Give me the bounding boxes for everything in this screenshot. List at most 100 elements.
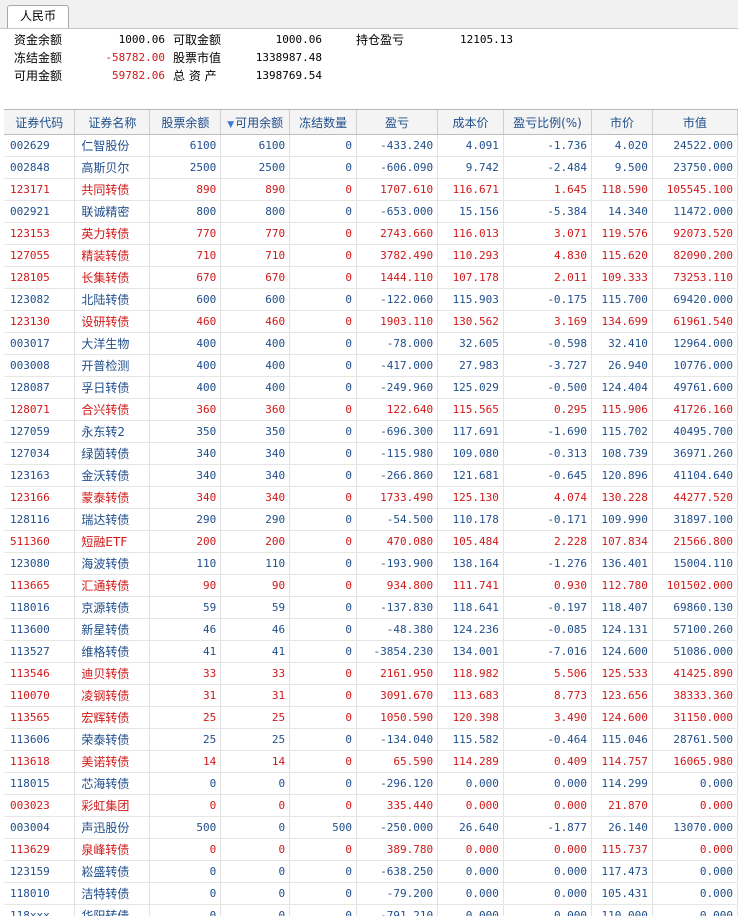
table-row[interactable]: 003004声迅股份5000500-250.00026.640-1.87726.… xyxy=(4,817,738,839)
table-row[interactable]: 123171共同转债89089001707.610116.6711.645118… xyxy=(4,179,738,201)
table-row[interactable]: 128071合兴转债3603600122.640115.5650.295115.… xyxy=(4,399,738,421)
table-row[interactable]: 127055精装转债71071003782.490110.2934.830115… xyxy=(4,245,738,267)
cell-cost: 15.156 xyxy=(438,201,504,223)
cell-pnl: -638.250 xyxy=(357,861,438,883)
table-row[interactable]: 123163金沃转债3403400-266.860121.681-0.64512… xyxy=(4,465,738,487)
table-row[interactable]: 128087孚日转债4004000-249.960125.029-0.50012… xyxy=(4,377,738,399)
cell-pnl-ratio: 2.228 xyxy=(503,531,591,553)
col-header-available[interactable]: ▼可用余额 xyxy=(221,110,290,135)
col-header-name[interactable]: 证券名称 xyxy=(75,110,150,135)
cell-pnl-ratio: -1.690 xyxy=(503,421,591,443)
positions-grid[interactable]: 证券代码 证券名称 股票余额 ▼可用余额 冻结数量 盈亏 成本价 盈亏比例(%)… xyxy=(4,109,738,916)
table-row[interactable]: 123153英力转债77077002743.660116.0133.071119… xyxy=(4,223,738,245)
cell-available: 800 xyxy=(221,201,290,223)
col-header-balance[interactable]: 股票余额 xyxy=(150,110,221,135)
cell-cost: 0.000 xyxy=(438,839,504,861)
cell-code: 123171 xyxy=(4,179,75,201)
cell-name: 英力转债 xyxy=(75,223,150,245)
col-header-pnl[interactable]: 盈亏 xyxy=(357,110,438,135)
cell-pnl: -606.090 xyxy=(357,157,438,179)
cell-pnl: 1733.490 xyxy=(357,487,438,509)
table-row[interactable]: 118015芯海转债000-296.1200.0000.000114.2990.… xyxy=(4,773,738,795)
cell-code: 113527 xyxy=(4,641,75,663)
cell-name: 荣泰转债 xyxy=(75,729,150,751)
cell-name: 联诚精密 xyxy=(75,201,150,223)
table-row[interactable]: 110070凌钢转债313103091.670113.6838.773123.6… xyxy=(4,685,738,707)
cell-name: 维格转债 xyxy=(75,641,150,663)
cell-name: 海波转债 xyxy=(75,553,150,575)
table-row[interactable]: 511360短融ETF2002000470.080105.4842.228107… xyxy=(4,531,738,553)
table-row[interactable]: 113665汇通转债90900934.800111.7410.930112.78… xyxy=(4,575,738,597)
table-row[interactable]: 113606荣泰转债25250-134.040115.582-0.464115.… xyxy=(4,729,738,751)
table-row[interactable]: 003017大洋生物4004000-78.00032.605-0.59832.4… xyxy=(4,333,738,355)
table-row[interactable]: 127034绿茵转债3403400-115.980109.080-0.31310… xyxy=(4,443,738,465)
table-row[interactable]: 113629泉峰转债000389.7800.0000.000115.7370.0… xyxy=(4,839,738,861)
cell-market-value: 49761.600 xyxy=(652,377,737,399)
cell-frozen: 0 xyxy=(290,641,357,663)
cell-pnl-ratio: 0.000 xyxy=(503,861,591,883)
cell-code: 127055 xyxy=(4,245,75,267)
table-row[interactable]: 128116瑞达转债2902900-54.500110.178-0.171109… xyxy=(4,509,738,531)
cell-name: 京源转债 xyxy=(75,597,150,619)
cell-price: 26.940 xyxy=(592,355,653,377)
cell-pnl-ratio: -1.736 xyxy=(503,135,591,157)
table-row[interactable]: 113618美诺转债1414065.590114.2890.409114.757… xyxy=(4,751,738,773)
table-row[interactable]: 002921联诚精密8008000-653.00015.156-5.38414.… xyxy=(4,201,738,223)
sort-desc-icon: ▼ xyxy=(227,120,234,130)
cell-balance: 59 xyxy=(150,597,221,619)
table-row[interactable]: 118010洁特转债000-79.2000.0000.000105.4310.0… xyxy=(4,883,738,905)
cell-available: 0 xyxy=(221,883,290,905)
table-row[interactable]: 123166蒙泰转债34034001733.490125.1304.074130… xyxy=(4,487,738,509)
cell-frozen: 0 xyxy=(290,509,357,531)
cell-pnl: 3091.670 xyxy=(357,685,438,707)
cell-cost: 32.605 xyxy=(438,333,504,355)
keyong-value: 59782.06 xyxy=(95,67,165,85)
tab-rmb[interactable]: 人民币 xyxy=(7,5,69,28)
cell-cost: 117.691 xyxy=(438,421,504,443)
table-row[interactable]: 123159崧盛转债000-638.2500.0000.000117.4730.… xyxy=(4,861,738,883)
cell-code: 127059 xyxy=(4,421,75,443)
cell-market-value: 0.000 xyxy=(652,795,737,817)
col-header-cost[interactable]: 成本价 xyxy=(438,110,504,135)
table-row[interactable]: 002629仁智股份610061000-433.2404.091-1.7364.… xyxy=(4,135,738,157)
cell-frozen: 0 xyxy=(290,663,357,685)
cell-market-value: 101502.000 xyxy=(652,575,737,597)
cell-name: 共同转债 xyxy=(75,179,150,201)
cell-market-value: 0.000 xyxy=(652,839,737,861)
cell-code: 127034 xyxy=(4,443,75,465)
cell-balance: 670 xyxy=(150,267,221,289)
table-row[interactable]: 118xxx华阳转债000-791.2100.0000.000110.0000.… xyxy=(4,905,738,916)
header-row: 证券代码 证券名称 股票余额 ▼可用余额 冻结数量 盈亏 成本价 盈亏比例(%)… xyxy=(4,110,738,135)
col-header-frozen[interactable]: 冻结数量 xyxy=(290,110,357,135)
table-row[interactable]: 118016京源转债59590-137.830118.641-0.197118.… xyxy=(4,597,738,619)
cell-pnl-ratio: 0.000 xyxy=(503,839,591,861)
table-row[interactable]: 113565宏辉转债252501050.590120.3983.490124.6… xyxy=(4,707,738,729)
col-header-market-value[interactable]: 市值 xyxy=(652,110,737,135)
table-row[interactable]: 113546迪贝转债333302161.950118.9825.506125.5… xyxy=(4,663,738,685)
cell-price: 125.533 xyxy=(592,663,653,685)
col-header-price[interactable]: 市价 xyxy=(592,110,653,135)
cell-code: 128105 xyxy=(4,267,75,289)
cell-pnl-ratio: 0.000 xyxy=(503,905,591,916)
cell-pnl: -791.210 xyxy=(357,905,438,916)
table-row[interactable]: 127059永东转23503500-696.300117.691-1.69011… xyxy=(4,421,738,443)
table-row[interactable]: 002848高斯贝尔250025000-606.0909.742-2.4849.… xyxy=(4,157,738,179)
cell-balance: 0 xyxy=(150,795,221,817)
table-row[interactable]: 003023彩虹集团000335.4400.0000.00021.8700.00… xyxy=(4,795,738,817)
table-row[interactable]: 123080海波转债1101100-193.900138.164-1.27613… xyxy=(4,553,738,575)
col-header-pnl-ratio[interactable]: 盈亏比例(%) xyxy=(503,110,591,135)
table-row[interactable]: 003008开普检测4004000-417.00027.983-3.72726.… xyxy=(4,355,738,377)
table-row[interactable]: 123130设研转债46046001903.110130.5623.169134… xyxy=(4,311,738,333)
table-row[interactable]: 128105长集转债67067001444.110107.1782.011109… xyxy=(4,267,738,289)
cell-code: 123082 xyxy=(4,289,75,311)
cell-price: 115.702 xyxy=(592,421,653,443)
table-row[interactable]: 123082北陆转债6006000-122.060115.903-0.17511… xyxy=(4,289,738,311)
col-header-code[interactable]: 证券代码 xyxy=(4,110,75,135)
cell-market-value: 69860.130 xyxy=(652,597,737,619)
cell-pnl: -696.300 xyxy=(357,421,438,443)
cell-available: 0 xyxy=(221,795,290,817)
cell-pnl-ratio: 1.645 xyxy=(503,179,591,201)
cell-frozen: 0 xyxy=(290,707,357,729)
table-row[interactable]: 113600新星转债46460-48.380124.236-0.085124.1… xyxy=(4,619,738,641)
table-row[interactable]: 113527维格转债41410-3854.230134.001-7.016124… xyxy=(4,641,738,663)
